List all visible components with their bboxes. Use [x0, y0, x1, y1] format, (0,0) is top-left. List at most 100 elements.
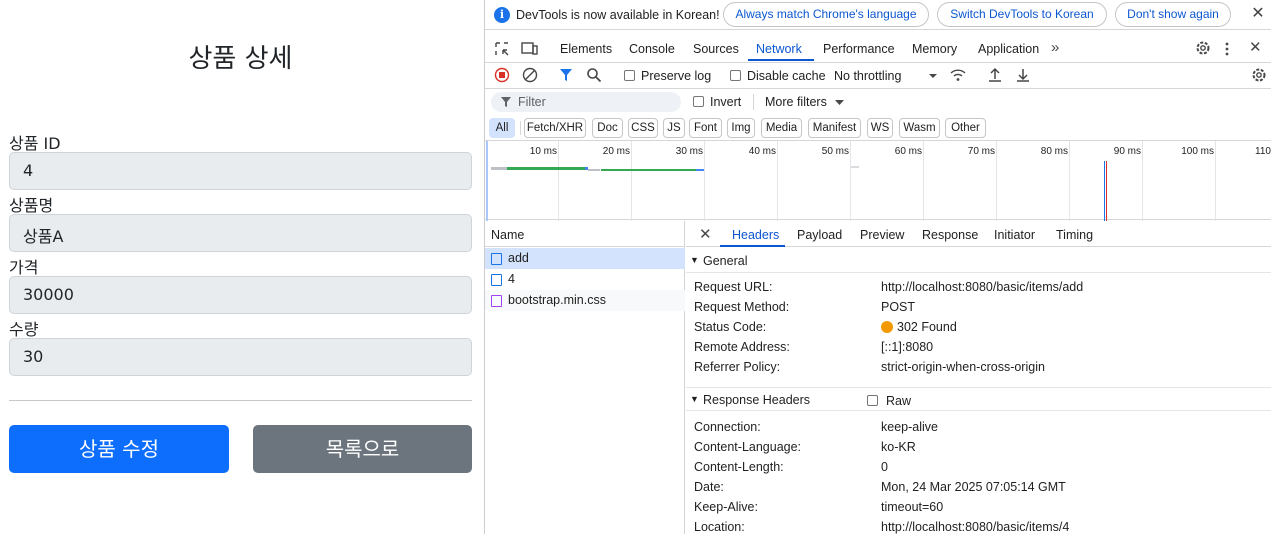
type-filter-wasm[interactable]: Wasm: [899, 118, 940, 138]
general-section-header[interactable]: ▼ General: [686, 249, 1271, 273]
throttling-select[interactable]: No throttling: [834, 69, 901, 83]
header-value: 0: [881, 460, 888, 474]
stylesheet-icon: [491, 295, 502, 307]
preserve-log-checkbox[interactable]: [624, 70, 635, 81]
type-filter-css[interactable]: CSS: [628, 118, 658, 138]
filter-row: Filter Invert More filters: [485, 90, 1271, 116]
active-tab-indicator: [720, 245, 785, 247]
filter-input[interactable]: Filter: [491, 92, 681, 112]
chevron-down-icon: [929, 74, 937, 78]
type-filter-media[interactable]: Media: [761, 118, 802, 138]
tab-console[interactable]: Console: [629, 42, 675, 56]
timeline-tick-label: 40 ms: [748, 146, 776, 157]
quantity-field[interactable]: 30: [9, 338, 472, 376]
devtools-panel: i DevTools is now available in Korean! A…: [484, 0, 1271, 534]
price-field[interactable]: 30000: [9, 276, 472, 314]
header-key: Date:: [694, 480, 724, 494]
network-settings-gear-icon[interactable]: [1251, 67, 1267, 83]
inspect-element-icon[interactable]: [494, 41, 510, 57]
close-detail-icon[interactable]: ✕: [699, 225, 712, 243]
export-har-icon[interactable]: [1016, 67, 1030, 83]
request-row-add[interactable]: add: [485, 248, 685, 269]
request-method-value: POST: [881, 300, 916, 314]
remote-address-value: [::1]:8080: [881, 340, 934, 354]
more-filters-dropdown[interactable]: More filters: [765, 95, 827, 109]
import-har-icon[interactable]: [988, 67, 1002, 83]
header-value: timeout=60: [881, 500, 944, 514]
general-title: General: [703, 254, 748, 268]
device-toolbar-icon[interactable]: [521, 41, 539, 57]
tab-initiator[interactable]: Initiator: [994, 228, 1035, 242]
raw-checkbox[interactable]: [867, 395, 878, 406]
timeline-tick-label: 20 ms: [602, 146, 630, 157]
timeline-gridline: [704, 141, 705, 221]
filter-funnel-icon[interactable]: [559, 68, 573, 82]
tab-payload[interactable]: Payload: [797, 228, 842, 242]
name-column-header[interactable]: Name: [491, 228, 524, 242]
network-toolbar: Preserve log Disable cache No throttling: [485, 63, 1271, 89]
header-key: Keep-Alive:: [694, 500, 758, 514]
request-row-bootstrap[interactable]: bootstrap.min.css: [485, 290, 685, 311]
header-key: Location:: [694, 520, 745, 534]
separator: [520, 121, 521, 135]
tab-memory[interactable]: Memory: [912, 42, 957, 56]
status-warning-dot: [881, 321, 893, 333]
header-key: Status Code:: [694, 320, 767, 334]
kebab-menu-icon[interactable]: [1224, 41, 1230, 57]
type-filter-font[interactable]: Font: [689, 118, 722, 138]
response-headers-section-header[interactable]: ▼ Response Headers Raw: [686, 387, 1271, 411]
screen: 상품 상세 상품 ID 4 상품명 상품A 가격 30000 수량 30 상품 …: [0, 0, 1271, 534]
timeline-tick-label: 50 ms: [821, 146, 849, 157]
close-devtools-icon[interactable]: ✕: [1249, 38, 1262, 56]
network-conditions-icon[interactable]: [949, 67, 967, 83]
record-stop-icon[interactable]: [494, 67, 510, 83]
item-id-field[interactable]: 4: [9, 152, 472, 190]
timeline-gridline: [777, 141, 778, 221]
tab-response[interactable]: Response: [922, 228, 978, 242]
switch-to-korean-button[interactable]: Switch DevTools to Korean: [937, 2, 1107, 27]
timeline-cursor: [486, 141, 488, 221]
request-row-4[interactable]: 4: [485, 269, 685, 290]
document-icon: [491, 253, 502, 265]
tab-elements[interactable]: Elements: [560, 42, 612, 56]
tab-headers[interactable]: Headers: [732, 228, 779, 242]
tab-preview[interactable]: Preview: [860, 228, 904, 242]
request-name: 4: [508, 272, 515, 286]
type-filter-ws[interactable]: WS: [867, 118, 893, 138]
location-header-value: http://localhost:8080/basic/items/4: [881, 520, 1070, 534]
type-filter-js[interactable]: JS: [663, 118, 685, 138]
timeline-gridline: [923, 141, 924, 221]
edit-item-button[interactable]: 상품 수정: [9, 425, 229, 473]
always-match-language-button[interactable]: Always match Chrome's language: [723, 2, 929, 27]
waterfall-bar: [507, 167, 585, 170]
type-filter-manifest[interactable]: Manifest: [808, 118, 861, 138]
item-name-field[interactable]: 상품A: [9, 214, 472, 252]
timeline-gridline: [996, 141, 997, 221]
dont-show-again-button[interactable]: Don't show again: [1115, 2, 1231, 27]
tab-network[interactable]: Network: [756, 42, 802, 56]
timeline-tick-label: 30 ms: [675, 146, 703, 157]
search-icon[interactable]: [586, 67, 602, 83]
more-tabs-icon[interactable]: »: [1051, 39, 1059, 56]
request-list: Name add 4 bootstrap.min.css: [485, 221, 685, 534]
disable-cache-checkbox[interactable]: [730, 70, 741, 81]
invert-checkbox[interactable]: [693, 96, 704, 107]
tab-timing[interactable]: Timing: [1056, 228, 1093, 242]
type-filter-all[interactable]: All: [489, 118, 515, 138]
type-filter-img[interactable]: Img: [727, 118, 755, 138]
clear-icon[interactable]: [522, 67, 538, 83]
close-icon[interactable]: ✕: [1249, 5, 1267, 23]
tab-sources[interactable]: Sources: [693, 42, 739, 56]
type-filter-fetch-xhr[interactable]: Fetch/XHR: [524, 118, 586, 138]
back-to-list-button[interactable]: 목록으로: [253, 425, 472, 473]
type-filter-other[interactable]: Other: [945, 118, 986, 138]
response-headers-title: Response Headers: [703, 393, 811, 407]
settings-gear-icon[interactable]: [1195, 40, 1211, 56]
tab-performance[interactable]: Performance: [823, 42, 895, 56]
type-filter-doc[interactable]: Doc: [592, 118, 623, 138]
chevron-down-icon: [835, 100, 844, 105]
item-name-label: 상품명: [9, 196, 54, 215]
tab-application[interactable]: Application: [978, 42, 1039, 56]
preserve-log-label: Preserve log: [641, 69, 712, 83]
network-timeline-overview[interactable]: 10 ms 20 ms 30 ms 40 ms 50 ms 60 ms 70 m…: [485, 140, 1271, 221]
